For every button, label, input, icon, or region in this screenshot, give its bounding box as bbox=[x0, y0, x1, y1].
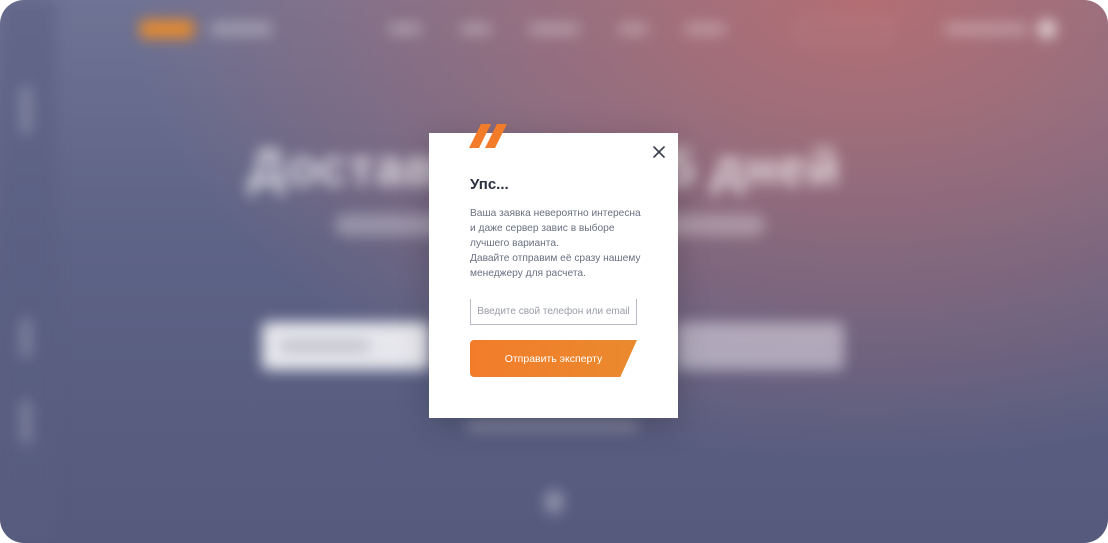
background-link bbox=[466, 422, 638, 430]
nav-link bbox=[684, 24, 726, 34]
message-line: и даже сервер завис в выборе bbox=[470, 223, 615, 234]
nav-link bbox=[460, 24, 492, 34]
sidebar-label bbox=[22, 400, 30, 444]
message-line: менеджеру для расчета. bbox=[470, 268, 586, 279]
message-line: лучшего варианта. bbox=[470, 238, 559, 249]
message-line: Ваша заявка невероятно интересна bbox=[470, 208, 641, 219]
contact-input[interactable] bbox=[470, 299, 637, 325]
sidebar-label bbox=[22, 86, 30, 134]
send-to-expert-button[interactable]: Отправить эксперту bbox=[470, 340, 637, 377]
brand-logo bbox=[140, 20, 194, 38]
background-button bbox=[676, 322, 844, 370]
sidebar-label bbox=[22, 318, 30, 358]
nav-link bbox=[388, 24, 422, 34]
modal-title: Упс... bbox=[470, 176, 509, 193]
nav-link bbox=[528, 24, 580, 34]
scroll-indicator-icon bbox=[545, 490, 563, 514]
background-input bbox=[262, 322, 430, 370]
message-line: Давайте отправим её сразу нашему bbox=[470, 253, 641, 264]
user-icon bbox=[1038, 20, 1056, 38]
double-stripe-icon bbox=[469, 124, 507, 148]
contact-pill bbox=[798, 20, 892, 40]
nav-link bbox=[618, 24, 648, 34]
brand-tagline bbox=[210, 22, 272, 36]
close-icon[interactable] bbox=[651, 144, 667, 160]
account-link bbox=[944, 24, 1028, 34]
background-sidebar bbox=[0, 0, 56, 543]
modal-message: Ваша заявка невероятно интересна и даже … bbox=[470, 206, 645, 281]
